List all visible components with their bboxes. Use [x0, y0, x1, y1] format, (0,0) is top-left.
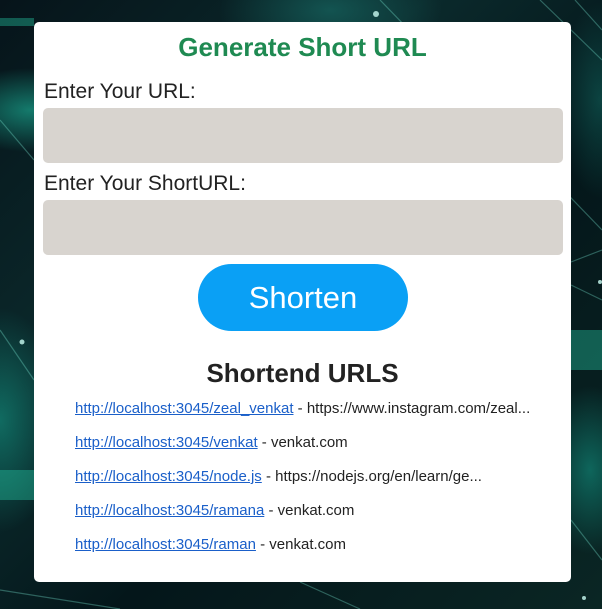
list-item: http://localhost:3045/zeal_venkat - http…	[75, 400, 565, 434]
separator: -	[261, 468, 276, 485]
separator: -	[264, 502, 278, 519]
separator: -	[257, 434, 271, 451]
short-url-link[interactable]: http://localhost:3045/ramana	[75, 502, 264, 519]
url-input[interactable]	[43, 108, 563, 163]
shorten-button[interactable]: Shorten	[198, 264, 408, 331]
original-url: https://nodejs.org/en/learn/ge...	[275, 468, 482, 485]
shorten-form-card: Generate Short URL Enter Your URL: Enter…	[34, 22, 571, 582]
separator: -	[293, 400, 307, 417]
short-url-link[interactable]: http://localhost:3045/raman	[75, 536, 256, 553]
shortened-url-list: http://localhost:3045/zeal_venkat - http…	[75, 400, 565, 570]
page-title: Generate Short URL	[178, 32, 427, 62]
original-url: venkat.com	[269, 536, 346, 553]
original-url: https://www.instagram.com/zeal...	[306, 400, 531, 417]
list-item: http://localhost:3045/raman - venkat.com	[75, 536, 565, 570]
shortened-urls-heading: Shortend URLS	[206, 358, 399, 388]
short-url-link[interactable]: http://localhost:3045/node.js	[75, 468, 262, 485]
list-item: http://localhost:3045/node.js - https://…	[75, 468, 565, 502]
list-item: http://localhost:3045/venkat - venkat.co…	[75, 434, 565, 468]
short-url-link[interactable]: http://localhost:3045/venkat	[75, 434, 258, 451]
original-url: venkat.com	[270, 434, 348, 451]
list-item: http://localhost:3045/ramana - venkat.co…	[75, 502, 565, 536]
url-label: Enter Your URL:	[44, 80, 196, 103]
shorturl-input[interactable]	[43, 200, 563, 255]
separator: -	[255, 536, 270, 553]
shorturl-label: Enter Your ShortURL:	[44, 172, 246, 195]
short-url-link[interactable]: http://localhost:3045/zeal_venkat	[75, 400, 293, 417]
original-url: venkat.com	[277, 502, 355, 519]
